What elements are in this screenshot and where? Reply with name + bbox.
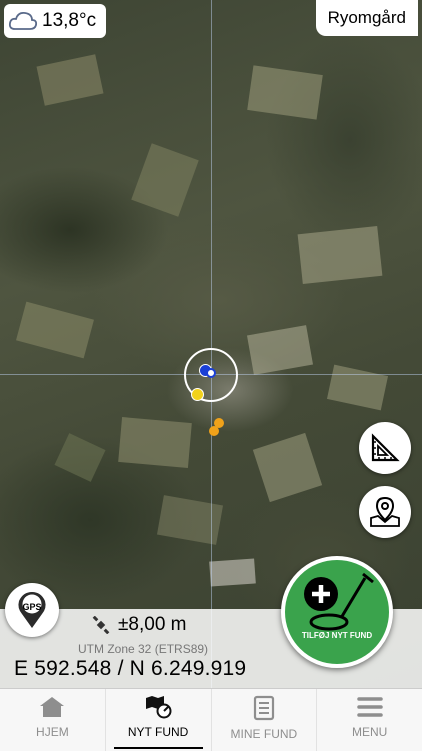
- tab-home[interactable]: HJEM: [0, 689, 105, 751]
- accuracy-value: ±8,00 m: [118, 614, 187, 635]
- find-marker-yellow[interactable]: [191, 388, 204, 401]
- location-name: Ryomgård: [315, 0, 418, 36]
- tab-new-find[interactable]: NYT FUND: [104, 689, 211, 751]
- cloud-icon: [8, 11, 38, 30]
- add-new-find-button[interactable]: TILFØJ NYT FUND: [281, 556, 393, 668]
- add-new-find-label: TILFØJ NYT FUND: [301, 631, 373, 640]
- map-pin-icon: [370, 496, 400, 527]
- weather-badge: 13,8°c: [4, 4, 107, 38]
- gps-label: GPS: [22, 602, 42, 612]
- tab-menu-label: MENU: [351, 725, 388, 739]
- tab-my-finds[interactable]: MINE FUND: [210, 689, 317, 751]
- satellite-icon: [92, 616, 110, 634]
- crosshair-vertical: [211, 0, 212, 688]
- menu-icon: [356, 697, 383, 717]
- home-icon: [40, 697, 65, 717]
- metal-detector-add-icon: [304, 572, 374, 631]
- map-compass-icon: [146, 696, 172, 719]
- tab-menu[interactable]: MENU: [316, 689, 422, 751]
- map-layers-button[interactable]: [359, 486, 411, 538]
- utm-zone-label: UTM Zone 32 (ETRS89): [78, 642, 209, 656]
- measure-button[interactable]: [359, 422, 411, 474]
- ruler-triangle-icon: [371, 433, 400, 462]
- tab-new-find-label: NYT FUND: [127, 725, 189, 739]
- find-marker-orange[interactable]: [209, 426, 219, 436]
- tab-my-finds-label: MINE FUND: [230, 727, 298, 741]
- gps-button[interactable]: GPS: [5, 583, 59, 637]
- accuracy-readout: ±8,00 m: [92, 614, 187, 636]
- bottom-tab-bar: HJEM NYT FUND MINE FUND MENU: [0, 688, 422, 751]
- list-document-icon: [253, 695, 274, 721]
- tab-home-label: HJEM: [36, 725, 69, 739]
- temperature-label: 13,8°c: [42, 10, 97, 31]
- coordinates-readout: E 592.548 / N 6.249.919: [14, 657, 247, 680]
- find-marker-white[interactable]: [206, 368, 216, 378]
